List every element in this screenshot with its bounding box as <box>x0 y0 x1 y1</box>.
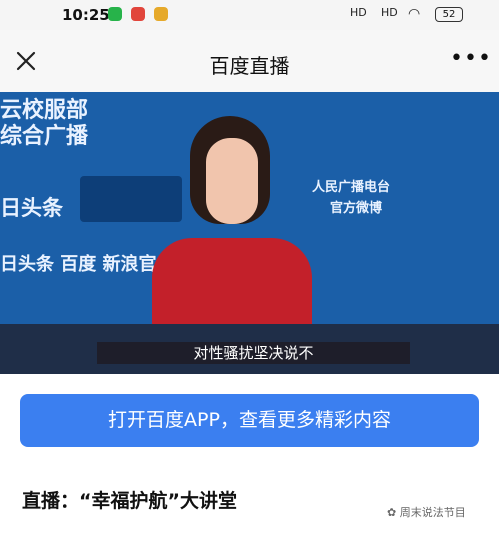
wechat-icon <box>108 7 122 21</box>
signal-icon: HD <box>350 6 367 19</box>
watermark-text: 周末说法节目 <box>399 506 466 519</box>
status-bar: 10:25 HD HD ◠ 52 <box>0 0 499 30</box>
watermark: ✿ 周末说法节目 <box>387 504 466 520</box>
video-subtitle: 对性骚扰坚决说不 <box>97 342 410 364</box>
wifi-icon: ◠ <box>408 6 421 22</box>
live-title: 直播：“幸福护航”大讲堂 <box>22 490 237 512</box>
bg-text-3: 日头条 <box>0 196 63 220</box>
bg-text-5: 人民广播电台 <box>312 180 391 195</box>
weibo-icon <box>131 7 145 21</box>
live-video[interactable]: 云校服部 综合广播 日头条 日头条 百度 新浪官 人民广播电台 官方微博 <box>0 92 499 374</box>
signal2-icon: HD <box>381 6 398 19</box>
bg-text-6: 官方微博 <box>330 201 383 216</box>
battery-icon: 52 <box>435 7 463 22</box>
more-icon[interactable]: ••• <box>450 46 492 71</box>
notification-icon <box>154 7 168 21</box>
status-time: 10:25 <box>62 6 110 24</box>
bg-text-4: 日头条 百度 新浪官 <box>0 254 157 275</box>
wechat-watermark-icon: ✿ <box>387 506 400 519</box>
bg-text-2: 综合广播 <box>0 124 89 149</box>
page-title: 百度直播 <box>209 54 290 78</box>
open-app-button[interactable]: 打开百度APP，查看更多精彩内容 <box>20 394 479 447</box>
